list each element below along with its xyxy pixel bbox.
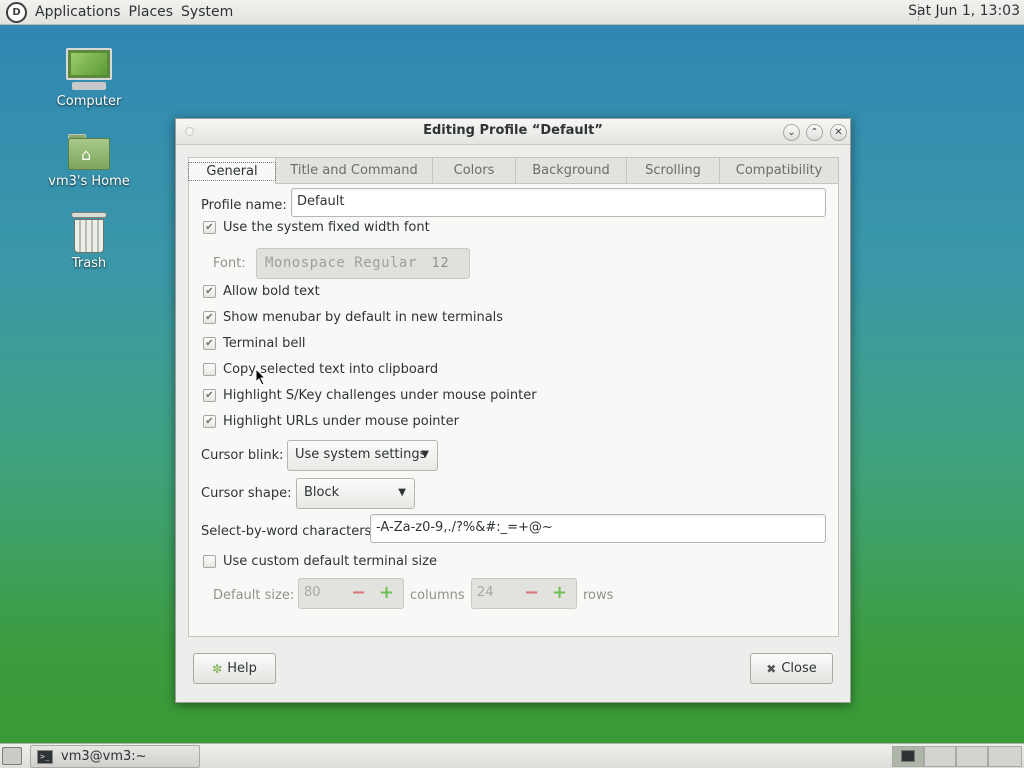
general-page: Profile name: Default ✔ Use the system f… [188,183,839,637]
help-button[interactable]: ✼ Help [193,653,276,684]
cursor-blink-select[interactable]: Use system settings ▼ [287,440,438,471]
checkbox-checked-icon: ✔ [203,285,216,298]
use-system-font-checkbox[interactable]: ✔ Use the system fixed width font [203,220,430,235]
profile-notebook: General Title and Command Colors Backgro… [188,157,839,637]
increment-icon[interactable]: + [379,582,394,603]
default-size-label: Default size: [213,588,295,603]
cursor-shape-label: Cursor shape: [201,486,292,501]
decrement-icon[interactable]: − [524,582,539,603]
checkbox-checked-icon: ✔ [203,337,216,350]
tab-title-and-command[interactable]: Title and Command [275,157,433,183]
maximize-button[interactable]: ⌃ [806,124,823,141]
desktop-icon-home[interactable]: ⌂ vm3's Home [44,132,134,189]
allow-bold-checkbox[interactable]: ✔ Allow bold text [203,284,320,299]
trash-icon [71,210,107,254]
tab-colors[interactable]: Colors [432,157,516,183]
dialog-title: Editing Profile “Default” [423,123,603,138]
desktop-icon-label: vm3's Home [48,174,130,189]
tab-scrolling[interactable]: Scrolling [626,157,720,183]
checkbox-checked-icon: ✔ [203,311,216,324]
profile-editor-dialog: Editing Profile “Default” ⌄ ⌃ ✕ General … [175,118,851,703]
tab-background[interactable]: Background [515,157,627,183]
profile-name-input[interactable]: Default [291,188,826,217]
profile-name-label: Profile name: [201,198,287,213]
checkbox-unchecked-icon [203,363,216,376]
close-window-button[interactable]: ✕ [830,124,847,141]
taskbar-window-button[interactable]: >_ vm3@vm3:~ [30,745,200,768]
highlight-urls-checkbox[interactable]: ✔ Highlight URLs under mouse pointer [203,414,459,429]
cursor-blink-label: Cursor blink: [201,448,284,463]
rows-label: rows [583,588,614,603]
copy-selected-checkbox[interactable]: Copy selected text into clipboard [203,362,438,377]
bottom-panel: >_ vm3@vm3:~ [0,743,1024,768]
minimize-button[interactable]: ⌄ [783,124,800,141]
computer-icon [64,48,114,92]
workspace-3[interactable] [956,746,988,767]
cursor-shape-select[interactable]: Block ▼ [296,478,415,509]
decrement-icon[interactable]: − [351,582,366,603]
mouse-pointer-icon [255,368,267,386]
mate-logo-icon[interactable]: D [6,1,27,23]
show-menubar-checkbox[interactable]: ✔ Show menubar by default in new termina… [203,310,503,325]
menu-applications[interactable]: Applications [31,4,125,20]
font-size-label: 12 [431,256,450,271]
close-button[interactable]: ✖ Close [750,653,833,684]
increment-icon[interactable]: + [552,582,567,603]
dropdown-arrow-icon: ▼ [421,449,429,460]
font-label: Font: [213,256,246,271]
menu-system[interactable]: System [177,4,237,20]
tab-compatibility[interactable]: Compatibility [719,157,839,183]
top-panel: D Applications Places System Sat Jun 1, … [0,0,1024,25]
tab-bar: General Title and Command Colors Backgro… [188,157,839,184]
menu-places[interactable]: Places [125,4,178,20]
rows-spinbutton[interactable]: 24 − + [471,578,577,609]
columns-spinbutton[interactable]: 80 − + [298,578,404,609]
terminal-icon: >_ [37,749,53,764]
workspace-1[interactable] [892,746,924,767]
home-folder-icon: ⌂ [66,132,112,172]
desktop-icon-label: Computer [56,94,122,109]
custom-size-checkbox[interactable]: Use custom default terminal size [203,554,437,569]
select-by-word-label: Select-by-word characters: [201,524,376,539]
close-icon: ✖ [766,661,777,676]
terminal-bell-checkbox[interactable]: ✔ Terminal bell [203,336,306,351]
desktop-icon-trash[interactable]: Trash [44,210,134,271]
checkbox-checked-icon: ✔ [203,389,216,402]
workspace-4[interactable] [988,746,1022,767]
clock[interactable]: Sat Jun 1, 13:03 [908,3,1020,19]
checkbox-unchecked-icon [203,555,216,568]
workspace-2[interactable] [924,746,956,767]
checkbox-checked-icon: ✔ [203,415,216,428]
desktop-icon-computer[interactable]: Computer [44,48,134,109]
desktop-icon-label: Trash [71,256,107,271]
help-icon: ✼ [212,661,223,676]
highlight-skey-checkbox[interactable]: ✔ Highlight S/Key challenges under mouse… [203,388,537,403]
show-desktop-icon[interactable] [2,747,22,765]
checkbox-checked-icon: ✔ [203,221,216,234]
dropdown-arrow-icon: ▼ [398,487,406,498]
columns-label: columns [410,588,465,603]
dialog-titlebar[interactable]: Editing Profile “Default” ⌄ ⌃ ✕ [176,119,850,145]
font-chooser-button[interactable]: Monospace Regular 12 [256,248,470,279]
select-by-word-input[interactable]: -A-Za-z0-9,./?%&#:_=+@~ [370,514,826,543]
tab-general[interactable]: General [188,157,276,184]
